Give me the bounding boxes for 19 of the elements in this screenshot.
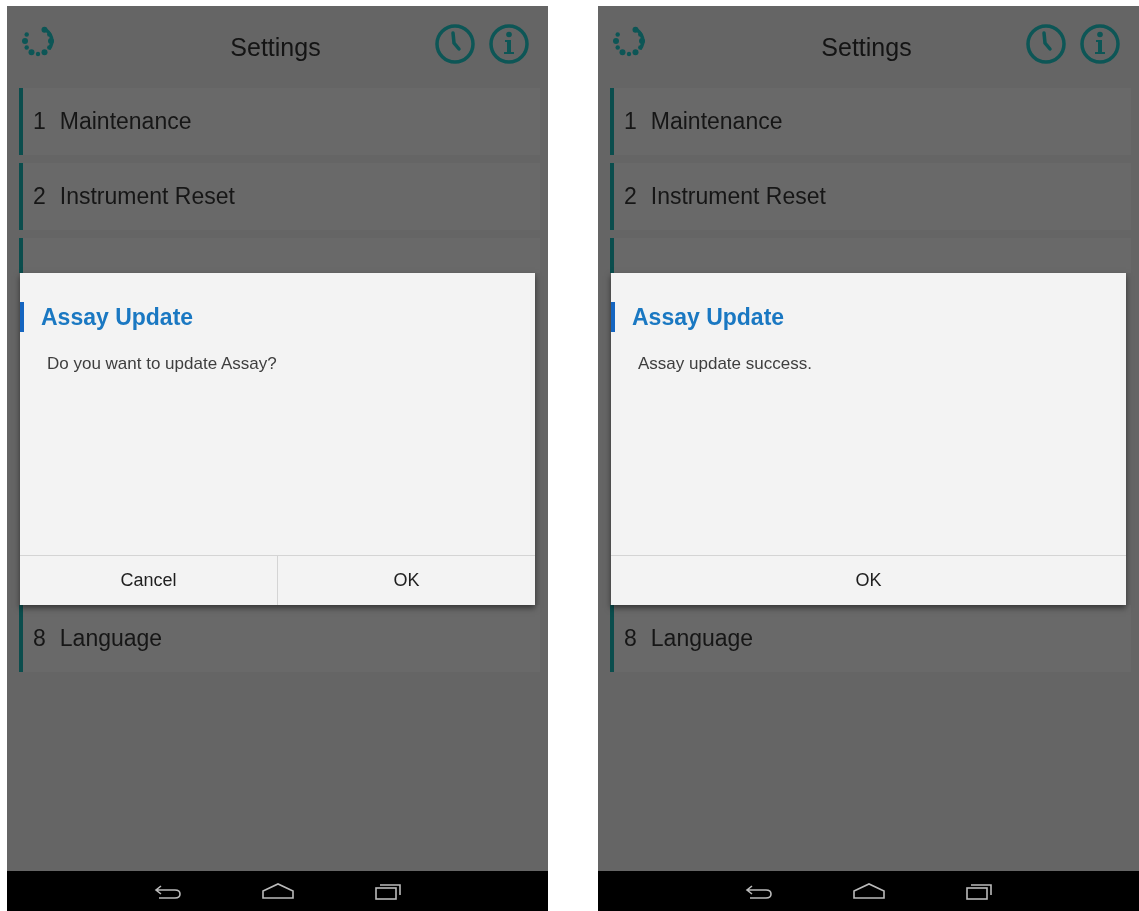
dialog-title: Assay Update (20, 302, 535, 332)
settings-item[interactable]: 2 Instrument Reset (19, 163, 540, 230)
dialog-button[interactable]: OK (277, 556, 535, 605)
settings-item[interactable]: 1 Maintenance (610, 88, 1131, 155)
dialog-title: Assay Update (611, 302, 1126, 332)
dialog-message: Do you want to update Assay? (46, 354, 278, 375)
recent-apps-icon[interactable] (372, 881, 403, 901)
dialog-button[interactable]: Cancel (20, 556, 277, 605)
home-icon[interactable] (260, 881, 295, 901)
dialog-message: Assay update success. (637, 354, 813, 375)
settings-item[interactable]: 8 Language (19, 605, 540, 672)
settings-item[interactable]: 2 Instrument Reset (610, 163, 1131, 230)
screen-title: Settings (820, 32, 913, 62)
home-icon[interactable] (851, 881, 886, 901)
settings-item[interactable]: 8 Language (610, 605, 1131, 672)
recent-apps-icon[interactable] (963, 881, 994, 901)
settings-item[interactable]: 1 Maintenance (19, 88, 540, 155)
screen-title: Settings (229, 32, 322, 62)
dialog-button[interactable]: OK (611, 556, 1126, 605)
